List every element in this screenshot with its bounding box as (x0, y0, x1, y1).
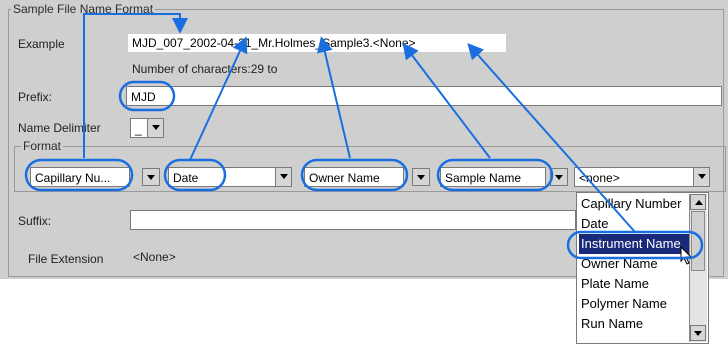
format-field-5-dropdown-list[interactable]: Capillary Number Date Instrument Name Ow… (576, 192, 709, 344)
name-delimiter-label: Name Delimiter (18, 121, 101, 135)
chevron-down-icon (694, 331, 702, 336)
format-field-5-value: <none> (579, 171, 620, 185)
chevron-down-icon[interactable] (147, 119, 163, 137)
example-preview-box: MJD_007_2002-04-21_Mr.Holmes_Sample3.<No… (128, 34, 506, 52)
chevron-up-icon (695, 200, 703, 205)
dropdown-item-date[interactable]: Date (579, 214, 691, 234)
dropdown-item-capillary-number[interactable]: Capillary Number (579, 194, 691, 214)
example-preview-text: MJD_007_2002-04-21_Mr.Holmes_Sample3.<No… (132, 36, 416, 50)
chevron-down-icon[interactable] (275, 168, 291, 186)
dropdown-item-plate-name[interactable]: Plate Name (579, 274, 691, 294)
name-delimiter-value: _ (135, 122, 142, 136)
character-count: Number of characters:29 to (132, 62, 278, 76)
prefix-value: MJD (131, 90, 156, 104)
format-field-1-combo[interactable]: Capillary Nu... (30, 167, 130, 187)
format-field-2-combo[interactable]: Date (168, 167, 292, 187)
format-field-3-value: Owner Name (309, 171, 380, 185)
dropdown-item-polymer-name[interactable]: Polymer Name (579, 294, 691, 314)
name-delimiter-combo[interactable]: _ (130, 118, 164, 138)
format-field-1-value: Capillary Nu... (35, 171, 111, 185)
prefix-label: Prefix: (18, 90, 53, 104)
file-extension-value: <None> (133, 250, 176, 264)
chevron-down-icon (417, 175, 425, 180)
group-title: Sample File Name Format (11, 2, 156, 16)
chevron-down-icon[interactable] (693, 168, 709, 186)
format-field-3-combo[interactable]: Owner Name (304, 167, 404, 187)
scroll-up-button[interactable] (690, 194, 706, 210)
dropdown-item-run-name[interactable]: Run Name (579, 314, 691, 334)
format-title: Format (21, 139, 64, 153)
format-field-2-value: Date (173, 171, 199, 185)
format-field-3-dropdown-button[interactable] (412, 168, 430, 186)
example-label: Example (18, 37, 65, 51)
chevron-down-icon (555, 175, 563, 180)
format-field-4-dropdown-button[interactable] (550, 168, 568, 186)
dropdown-item-instrument-name[interactable]: Instrument Name (579, 234, 691, 254)
suffix-input[interactable] (130, 210, 576, 230)
file-extension-label: File Extension (28, 252, 104, 266)
chevron-down-icon (147, 175, 155, 180)
format-field-4-value: Sample Name (445, 171, 522, 185)
scroll-down-button[interactable] (690, 325, 706, 341)
prefix-input[interactable]: MJD (126, 86, 722, 106)
mouse-cursor-icon (680, 246, 693, 265)
suffix-label: Suffix: (18, 214, 52, 228)
format-field-5-combo[interactable]: <none> (574, 167, 710, 187)
format-field-4-combo[interactable]: Sample Name (440, 167, 546, 187)
format-field-1-dropdown-button[interactable] (142, 168, 160, 186)
dropdown-item-owner-name[interactable]: Owner Name (579, 254, 691, 274)
dropdown-scrollbar[interactable] (689, 194, 707, 342)
